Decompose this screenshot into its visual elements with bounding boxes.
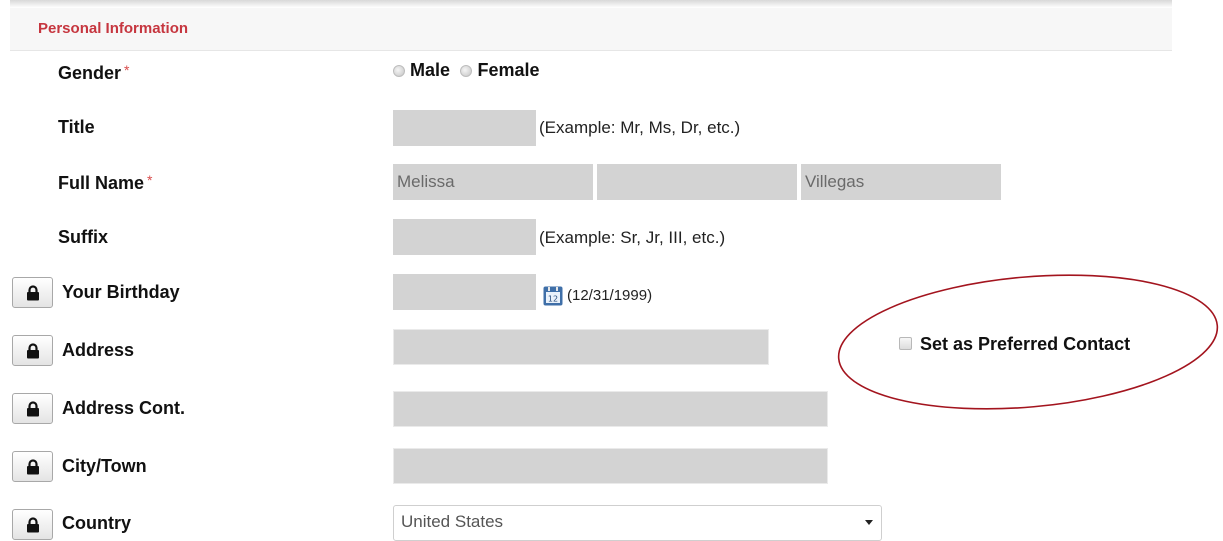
gender-male-radio[interactable] (393, 65, 405, 77)
calendar-icon[interactable]: 12 (543, 286, 563, 306)
birthday-format-hint: (12/31/1999) (567, 287, 653, 304)
country-label: Country (62, 513, 131, 533)
annotation-ellipse (837, 274, 1219, 410)
city-input[interactable] (393, 448, 828, 484)
last-name-input[interactable] (801, 164, 1001, 200)
lock-icon (26, 342, 39, 358)
suffix-input[interactable] (393, 219, 536, 255)
lock-icon (26, 458, 39, 474)
gender-female-radio[interactable] (460, 65, 473, 77)
required-marker: * (124, 62, 130, 78)
section-title: Personal Information (38, 20, 189, 37)
address-cont-input[interactable] (393, 391, 828, 427)
address-privacy-lock-button[interactable] (12, 335, 53, 366)
lock-icon (26, 516, 39, 532)
full-name-label-text: Full Name (58, 173, 145, 193)
lock-icon (26, 284, 39, 300)
gender-label: Gender * (58, 62, 129, 84)
address-label: Address (62, 340, 135, 360)
first-name-input[interactable] (393, 164, 593, 200)
lock-icon (26, 400, 39, 416)
full-name-label: Full Name * (58, 172, 152, 194)
title-label: Title (58, 117, 95, 137)
birthday-label: Your Birthday (62, 282, 180, 302)
country-privacy-lock-button[interactable] (12, 509, 53, 540)
suffix-label: Suffix (58, 227, 109, 247)
gender-radio-group: Male Female (393, 60, 546, 81)
section-header: Personal Information (10, 8, 1172, 51)
country-select-value: United States (401, 512, 504, 531)
address-cont-privacy-lock-button[interactable] (12, 393, 53, 424)
birthday-input[interactable] (393, 274, 536, 310)
middle-name-input[interactable] (597, 164, 797, 200)
calendar-icon-day: 12 (548, 295, 558, 304)
required-marker: * (147, 172, 153, 188)
address-input[interactable] (393, 329, 769, 365)
country-select[interactable]: United States (393, 505, 882, 541)
birthday-privacy-lock-button[interactable] (12, 277, 53, 308)
top-shadow (10, 0, 1172, 8)
suffix-hint: (Example: Sr, Jr, III, etc.) (539, 228, 726, 247)
city-privacy-lock-button[interactable] (12, 451, 53, 482)
city-label: City/Town (62, 456, 147, 476)
gender-female-label[interactable]: Female (477, 60, 539, 80)
gender-label-text: Gender (58, 63, 122, 83)
title-hint: (Example: Mr, Ms, Dr, etc.) (539, 118, 741, 137)
title-input[interactable] (393, 110, 536, 146)
address-cont-label: Address Cont. (62, 398, 186, 418)
chevron-down-icon (865, 520, 873, 525)
gender-male-label[interactable]: Male (410, 60, 450, 80)
